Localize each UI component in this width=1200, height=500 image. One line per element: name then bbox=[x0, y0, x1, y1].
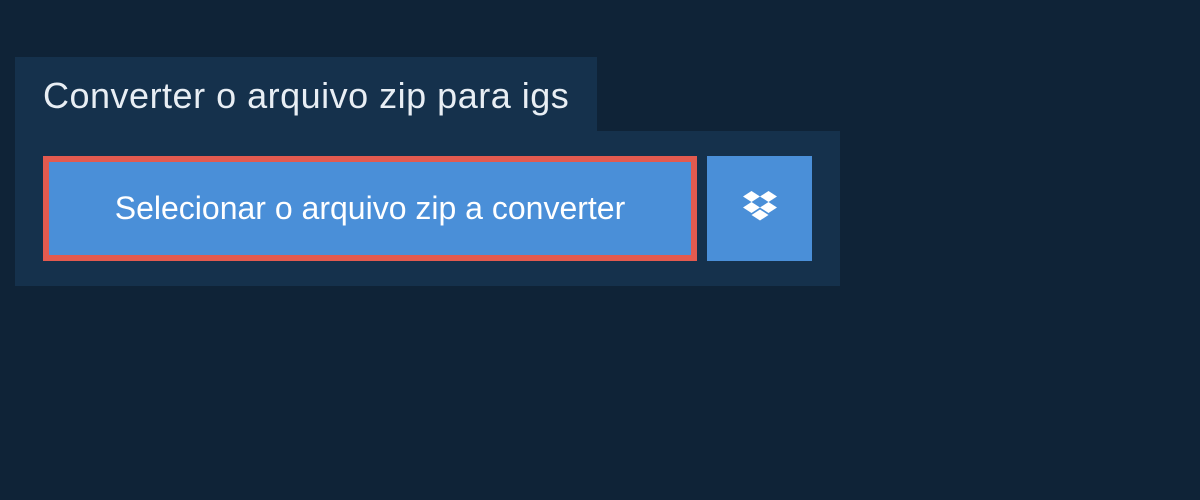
dropbox-button[interactable] bbox=[707, 156, 812, 261]
select-file-button[interactable]: Selecionar o arquivo zip a converter bbox=[43, 156, 697, 261]
upload-panel: Selecionar o arquivo zip a converter bbox=[15, 131, 840, 286]
page-title: Converter o arquivo zip para igs bbox=[43, 75, 569, 116]
select-file-button-label: Selecionar o arquivo zip a converter bbox=[115, 190, 626, 227]
page-container: Converter o arquivo zip para igs Selecio… bbox=[0, 0, 1200, 500]
dropbox-icon bbox=[743, 191, 777, 226]
tab-header: Converter o arquivo zip para igs bbox=[15, 57, 597, 135]
